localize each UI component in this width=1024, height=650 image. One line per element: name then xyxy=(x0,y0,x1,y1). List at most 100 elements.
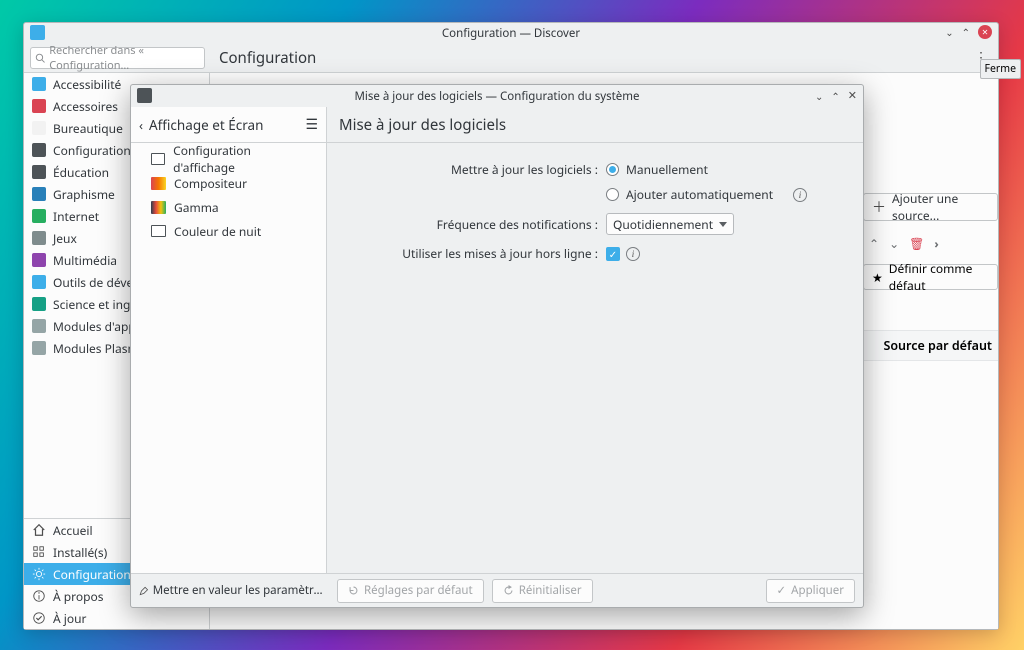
apply-label: Appliquer xyxy=(791,583,844,598)
category-label: Bureautique xyxy=(53,120,123,137)
monitor-icon xyxy=(151,153,165,165)
page-title: Configuration xyxy=(219,48,316,68)
close-icon[interactable]: ✕ xyxy=(978,25,992,39)
info-icon[interactable]: i xyxy=(793,188,807,202)
category-label: Internet xyxy=(53,208,99,225)
category-icon xyxy=(32,121,46,135)
systemsettings-title-text: Mise à jour des logiciels — Configuratio… xyxy=(354,89,639,104)
category-icon xyxy=(32,231,46,245)
info-icon[interactable]: i xyxy=(626,247,640,261)
check-icon: ✓ xyxy=(777,583,787,598)
maximize-icon[interactable]: ⌃ xyxy=(831,89,839,103)
discover-titlebar[interactable]: Configuration — Discover ⌄ ⌃ ✕ xyxy=(24,23,998,43)
category-label: Accessibilité xyxy=(53,76,121,93)
reset-icon xyxy=(348,585,359,596)
discover-app-icon xyxy=(30,25,45,40)
monitor-icon xyxy=(151,177,166,190)
sidebar-item-label: Compositeur xyxy=(174,175,247,192)
monitor-icon xyxy=(151,225,166,237)
source-actions-row: ⌃ ⌄ 🗑 › xyxy=(863,231,998,256)
category-icon xyxy=(32,77,46,91)
nav-icon xyxy=(32,589,46,603)
sidebar-header-label: Affichage et Écran xyxy=(149,116,263,134)
update-manual-radio[interactable]: Manuellement xyxy=(606,161,708,178)
nav-icon xyxy=(32,523,46,537)
move-up-icon[interactable]: ⌃ xyxy=(869,235,879,252)
add-source-button[interactable]: ＋ Ajouter une source... xyxy=(863,193,998,221)
maximize-icon[interactable]: ⌃ xyxy=(962,25,970,39)
star-icon: ★ xyxy=(872,269,883,286)
systemsettings-main: Mise à jour des logiciels Mettre à jour … xyxy=(327,107,863,573)
radio-icon xyxy=(606,163,619,176)
apply-button[interactable]: ✓ Appliquer xyxy=(766,579,855,603)
nav-label: À jour xyxy=(53,610,87,627)
minimize-icon[interactable]: ⌄ xyxy=(815,89,823,103)
offline-updates-label: Utiliser les mises à jour hors ligne : xyxy=(351,245,606,262)
category-label: Graphisme xyxy=(53,186,115,203)
frequency-select[interactable]: Quotidiennement xyxy=(606,213,734,235)
nav-label: À propos xyxy=(53,588,104,605)
trash-icon[interactable]: 🗑 xyxy=(909,235,924,252)
nav-label: Accueil xyxy=(53,522,93,539)
sidebar-item[interactable]: Couleur de nuit xyxy=(131,219,326,243)
discover-toolbar: Rechercher dans « Configuration… Configu… xyxy=(24,43,998,73)
systemsettings-sidebar: ‹ Affichage et Écran ☰ Configuration d'a… xyxy=(131,107,327,573)
chevron-left-icon[interactable]: ‹ xyxy=(139,116,143,134)
nav-label: Installé(s) xyxy=(53,544,107,561)
pen-icon xyxy=(139,585,149,597)
main-header: Mise à jour des logiciels xyxy=(327,107,863,143)
offline-updates-checkbox[interactable]: ✓ xyxy=(606,247,620,261)
reset-label: Réinitialiser xyxy=(519,583,582,598)
category-icon xyxy=(32,165,46,179)
search-placeholder: Rechercher dans « Configuration… xyxy=(49,43,200,73)
category-label: Accessoires xyxy=(53,98,118,115)
hamburger-icon[interactable]: ☰ xyxy=(305,115,318,134)
radio-icon xyxy=(606,188,619,201)
category-label: Éducation xyxy=(53,164,109,181)
monitor-icon xyxy=(151,201,166,214)
category-icon xyxy=(32,319,46,333)
close-icon[interactable]: ✕ xyxy=(848,88,857,103)
sidebar-item-label: Configuration d'affichage xyxy=(173,142,306,176)
undo-icon xyxy=(503,585,514,596)
set-default-label: Définir comme défaut xyxy=(889,260,989,294)
update-manual-text: Manuellement xyxy=(626,161,708,178)
sidebar-breadcrumb[interactable]: ‹ Affichage et Écran ☰ xyxy=(131,107,326,143)
plus-icon: ＋ xyxy=(872,197,886,217)
reset-button[interactable]: Réinitialiser xyxy=(492,579,593,603)
nav-item--jour[interactable]: À jour xyxy=(24,607,209,629)
restore-defaults-button[interactable]: Réglages par défaut xyxy=(337,579,484,603)
category-label: Jeux xyxy=(53,230,77,247)
update-auto-text: Ajouter automatiquement xyxy=(626,186,773,203)
systemsettings-app-icon xyxy=(137,88,152,103)
search-input[interactable]: Rechercher dans « Configuration… xyxy=(30,47,205,69)
nav-icon xyxy=(32,567,46,581)
chevron-right-icon[interactable]: › xyxy=(934,235,938,252)
minimize-icon[interactable]: ⌄ xyxy=(945,25,953,39)
frequency-label: Fréquence des notifications : xyxy=(351,216,606,233)
nav-label: Configuration xyxy=(53,566,131,583)
category-icon xyxy=(32,275,46,289)
close-tooltip: Ferme xyxy=(980,59,1021,79)
category-icon xyxy=(32,341,46,355)
update-auto-radio[interactable]: Ajouter automatiquement xyxy=(606,186,773,203)
sidebar-item-label: Couleur de nuit xyxy=(174,223,261,240)
category-icon xyxy=(32,253,46,267)
sidebar-item[interactable]: Gamma xyxy=(131,195,326,219)
restore-defaults-label: Réglages par défaut xyxy=(364,583,473,598)
systemsettings-titlebar[interactable]: Mise à jour des logiciels — Configuratio… xyxy=(131,85,863,107)
move-down-icon[interactable]: ⌄ xyxy=(889,235,899,252)
systemsettings-window: Mise à jour des logiciels — Configuratio… xyxy=(130,84,864,608)
sidebar-item[interactable]: Configuration d'affichage xyxy=(131,147,326,171)
highlight-changed-label: Mettre en valeur les paramètres modifié xyxy=(153,583,329,598)
discover-title-text: Configuration — Discover xyxy=(442,26,580,41)
nav-icon xyxy=(32,611,46,625)
set-default-button[interactable]: ★ Définir comme défaut xyxy=(863,264,998,290)
search-icon xyxy=(35,52,45,64)
sidebar-item-label: Gamma xyxy=(174,199,219,216)
category-icon xyxy=(32,99,46,113)
highlight-changed-toggle[interactable]: Mettre en valeur les paramètres modifié xyxy=(139,583,329,598)
nav-icon xyxy=(32,545,46,559)
category-label: Multimédia xyxy=(53,252,117,269)
add-source-label: Ajouter une source... xyxy=(892,190,989,224)
